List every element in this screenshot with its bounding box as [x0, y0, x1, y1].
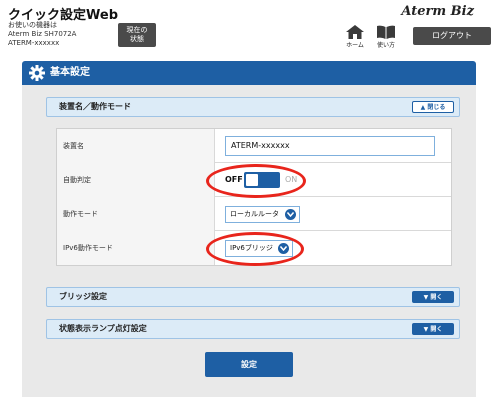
accordion-bridge[interactable]: ブリッジ設定 ▼ 開く — [46, 287, 460, 307]
highlight-circle — [206, 232, 304, 266]
help-button[interactable]: 使い方 — [373, 25, 399, 49]
accordion-label: 状態表示ランプ点灯設定 — [59, 324, 147, 333]
accordion-lamp[interactable]: 状態表示ランプ点灯設定 ▼ 開く — [46, 319, 460, 339]
row-value: ATERM-xxxxxx — [215, 129, 451, 163]
expand-label: 開く — [430, 326, 443, 333]
collapse-label: 閉じる — [427, 104, 446, 111]
section-title: 基本設定 — [50, 67, 90, 78]
mode-select[interactable]: ローカルルータ — [225, 206, 300, 223]
chevron-up-icon: ▲ — [420, 104, 426, 111]
status-btn-line2: 状態 — [130, 35, 144, 43]
table-row: 装置名 ATERM-xxxxxx — [57, 129, 451, 163]
accordion-label: 装置名／動作モード — [59, 102, 131, 111]
mode-select-value: ローカルルータ — [230, 210, 279, 218]
table-row: 動作モード ローカルルータ — [57, 197, 451, 231]
logout-button[interactable]: ログアウト — [413, 27, 491, 45]
status-btn-line1: 現在の — [126, 26, 148, 34]
home-button[interactable]: ホーム — [342, 25, 368, 49]
accordion-device-mode[interactable]: 装置名／動作モード ▲ 閉じる — [46, 97, 460, 117]
submit-button[interactable]: 設定 — [205, 352, 293, 377]
device-info-line: お使いの機器は — [8, 21, 57, 29]
expand-button[interactable]: ▼ 開く — [412, 291, 454, 303]
book-icon — [377, 25, 395, 39]
row-value: ローカルルータ — [215, 197, 451, 231]
expand-button[interactable]: ▼ 開く — [412, 323, 454, 335]
device-hostname: ATERM-xxxxxx — [8, 39, 60, 47]
device-model: Aterm Biz SH7072A — [8, 30, 77, 38]
row-label: 装置名 — [57, 129, 215, 163]
gear-icon — [29, 65, 45, 81]
current-status-button[interactable]: 現在の 状態 — [118, 23, 156, 47]
chevron-down-icon: ▼ — [423, 326, 429, 333]
home-label: ホーム — [346, 42, 364, 49]
device-name-input[interactable]: ATERM-xxxxxx — [225, 136, 435, 156]
row-label: 自動判定 — [57, 163, 215, 197]
chevron-down-icon — [285, 209, 296, 220]
expand-label: 開く — [430, 294, 443, 301]
section-header: 基本設定 — [22, 61, 476, 85]
header: クイック設定Web お使いの機器は Aterm Biz SH7072A ATER… — [0, 0, 500, 56]
device-info: お使いの機器は Aterm Biz SH7072A ATERM-xxxxxx — [8, 21, 76, 48]
highlight-circle — [206, 164, 306, 198]
help-label: 使い方 — [376, 42, 395, 49]
row-label: 動作モード — [57, 197, 215, 231]
home-icon — [346, 25, 364, 39]
accordion-label: ブリッジ設定 — [59, 292, 107, 301]
collapse-button[interactable]: ▲ 閉じる — [412, 101, 454, 113]
brand-logo: Aterm Biz — [401, 4, 474, 19]
row-label: IPv6動作モード — [57, 231, 215, 265]
chevron-down-icon: ▼ — [423, 294, 429, 301]
